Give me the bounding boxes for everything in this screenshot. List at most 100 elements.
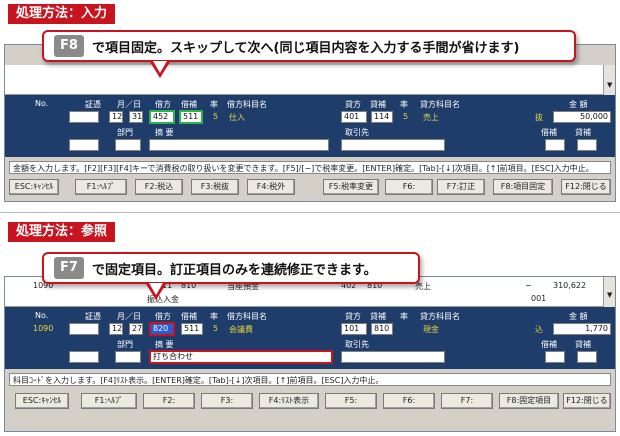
scrollbar[interactable]: ▼ <box>603 277 615 307</box>
label-debit-aux: 借補 <box>541 128 557 137</box>
fkey-f7[interactable]: F7: <box>441 393 493 409</box>
journal-window-bottom: 1090 111 810 当座預金 402 810 売上 − 310,622 振… <box>4 276 616 432</box>
fkey-f1[interactable]: F1:ﾍﾙﾌﾟ <box>81 393 137 409</box>
debit-account-name: 会議費 <box>229 325 253 334</box>
fkey-f5[interactable]: F5:税率変更 <box>323 179 379 195</box>
fkey-f3[interactable]: F3: <box>201 393 253 409</box>
voucher-input[interactable] <box>69 323 99 335</box>
fkey-f6[interactable]: F6: <box>383 393 435 409</box>
fkey-f12[interactable]: F12:閉じる <box>563 393 611 409</box>
debit-sub-input[interactable]: 511 <box>179 110 203 124</box>
dept-input[interactable] <box>115 351 141 363</box>
journal-list-area <box>5 65 603 95</box>
label-rate: 率 <box>210 312 218 321</box>
label-dept: 部門 <box>117 340 133 349</box>
memo-input[interactable] <box>149 139 329 151</box>
label-memo: 摘 要 <box>155 340 174 349</box>
prev-row-amount: 310,622 <box>553 281 587 290</box>
debit-rate: 5 <box>213 324 219 333</box>
fkey-f8[interactable]: F8:固定項目 <box>499 393 559 409</box>
client-input[interactable] <box>341 351 445 363</box>
credit-code-input[interactable]: 101 <box>341 323 367 335</box>
label-credit-sub: 貸補 <box>370 312 386 321</box>
f7-key-icon: F7 <box>54 257 84 279</box>
debit-aux-input[interactable] <box>545 139 565 151</box>
fkey-esc[interactable]: ESC:ｷｬﾝｾﾙ <box>15 393 69 409</box>
section-divider <box>0 212 620 213</box>
credit-rate: 5 <box>403 112 409 121</box>
label-client: 取引先 <box>345 128 369 137</box>
credit-aux-input[interactable] <box>577 139 597 151</box>
label-client: 取引先 <box>345 340 369 349</box>
label-credit-account-name: 貸方科目名 <box>420 312 460 321</box>
blank-input-left[interactable] <box>69 139 99 151</box>
debit-rate: 5 <box>213 112 219 121</box>
blank-input-left[interactable] <box>69 351 99 363</box>
month-input[interactable]: 12 <box>109 323 123 335</box>
callout-f7: F7 で固定項目。訂正項目のみを連続修正できます。 <box>42 252 420 284</box>
label-month-day: 月／日 <box>117 100 141 109</box>
method-tag-input: 処理方法：入力 <box>8 4 116 24</box>
day-input[interactable]: 27 <box>129 323 143 335</box>
label-credit-aux: 貸補 <box>575 340 591 349</box>
label-debit-sub: 借補 <box>181 100 197 109</box>
fkey-f4[interactable]: F4:ﾘｽﾄ表示 <box>259 393 319 409</box>
label-debit-code: 借方 <box>155 312 171 321</box>
scroll-down-arrow-icon[interactable]: ▼ <box>607 291 612 299</box>
day-input[interactable]: 31 <box>129 111 143 123</box>
label-no: No. <box>35 311 49 320</box>
label-amount: 金 額 <box>569 100 588 109</box>
credit-sub-input[interactable]: 810 <box>371 323 393 335</box>
fkey-f12[interactable]: F12:閉じる <box>561 179 611 195</box>
tax-flag: 込 <box>535 325 543 334</box>
prev-row-dash: − <box>525 281 532 290</box>
scrollbar[interactable]: ▼ <box>603 65 615 97</box>
debit-code-input[interactable]: 820 <box>149 322 175 336</box>
memo-input[interactable]: 打ち合わせ <box>149 350 333 364</box>
fkey-f3[interactable]: F3:税抜 <box>191 179 239 195</box>
debit-aux-input[interactable] <box>545 351 565 363</box>
fkey-f6[interactable]: F6: <box>385 179 433 195</box>
amount-input[interactable]: 1,770 <box>553 323 611 335</box>
fkey-f4[interactable]: F4:税外 <box>247 179 295 195</box>
method-tag-reference: 処理方法：参照 <box>8 222 116 242</box>
callout-f8-text: で項目固定。スキップして次へ(同じ項目内容を入力する手間が省けます) <box>91 40 520 56</box>
label-month-day: 月／日 <box>117 312 141 321</box>
amount-input[interactable]: 50,000 <box>553 111 611 123</box>
month-input[interactable]: 12 <box>109 111 123 123</box>
label-voucher: 証憑 <box>85 312 101 321</box>
scroll-down-arrow-icon[interactable]: ▼ <box>607 81 612 89</box>
credit-account-name: 現金 <box>423 325 439 334</box>
fkey-f7[interactable]: F7:訂正 <box>437 179 485 195</box>
fkey-esc[interactable]: ESC:ｷｬﾝｾﾙ <box>9 179 59 195</box>
callout-f8-pointer-inner <box>153 61 167 73</box>
f8-key-icon: F8 <box>54 35 84 57</box>
debit-code-input[interactable]: 452 <box>149 110 175 124</box>
label-debit-account-name: 借方科目名 <box>227 100 267 109</box>
credit-sub-input[interactable]: 114 <box>371 111 393 123</box>
label-rate2: 率 <box>400 100 408 109</box>
dept-input[interactable] <box>115 139 141 151</box>
debit-sub-input[interactable]: 511 <box>181 323 203 335</box>
label-voucher: 証憑 <box>85 100 101 109</box>
fkey-f1[interactable]: F1:ﾍﾙﾌﾟ <box>75 179 127 195</box>
label-debit-code: 借方 <box>155 100 171 109</box>
label-credit-sub: 貸補 <box>370 100 386 109</box>
credit-code-input[interactable]: 401 <box>341 111 367 123</box>
label-memo: 摘 要 <box>155 128 174 137</box>
tax-flag: 抜 <box>535 113 543 122</box>
label-amount: 金 額 <box>569 312 588 321</box>
client-input[interactable] <box>341 139 445 151</box>
label-debit-aux: 借補 <box>541 340 557 349</box>
prev-row-sub-no: 001 <box>531 294 547 303</box>
label-no: No. <box>35 99 49 108</box>
fkey-f2[interactable]: F2:税込 <box>135 179 183 195</box>
voucher-input[interactable] <box>69 111 99 123</box>
fkey-f5[interactable]: F5: <box>325 393 377 409</box>
fkey-f2[interactable]: F2: <box>143 393 195 409</box>
fkey-f8[interactable]: F8:項目固定 <box>493 179 553 195</box>
callout-f7-text: で固定項目。訂正項目のみを連続修正できます。 <box>91 262 377 278</box>
credit-aux-input[interactable] <box>577 351 597 363</box>
status-bar: 金額を入力します。[F2][F3][F4]キーで消費税の取り扱いを変更できます。… <box>9 161 611 174</box>
function-key-bar: ESC:ｷｬﾝｾﾙ F1:ﾍﾙﾌﾟ F2: F3: F4:ﾘｽﾄ表示 F5: F… <box>5 391 615 415</box>
